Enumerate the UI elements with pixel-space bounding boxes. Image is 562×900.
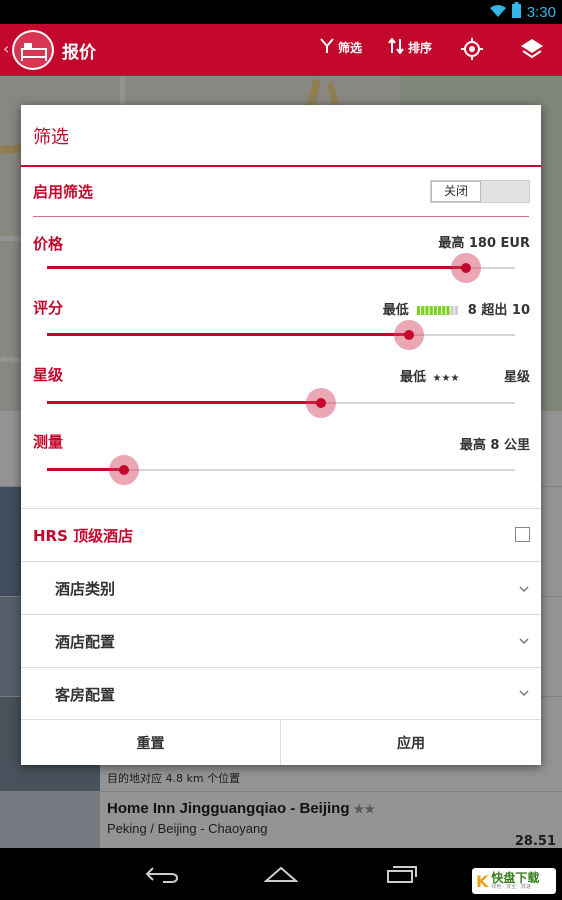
rating-segment (442, 306, 446, 315)
rating-bar-icon (417, 306, 459, 315)
distance-label: 测量 (33, 433, 64, 451)
rating-segment (438, 306, 442, 315)
dialog-title: 筛选 (33, 127, 69, 147)
filter-dialog: 筛选 启用筛选 关闭 价格 最高 180 EUR 评分 最低 8 超出 10 星… (21, 105, 541, 765)
system-nav-bar: K 快盘下载 绿色 · 安全 · 高速 (0, 848, 562, 900)
layers-button[interactable] (520, 37, 544, 64)
watermark-icon: K (476, 871, 489, 891)
watermark-text: 快盘下载 (491, 871, 540, 885)
price-value: 最高 180 EUR (438, 236, 530, 251)
stars-suffix: 星级 (503, 370, 530, 385)
home-nav-icon[interactable] (263, 865, 299, 887)
filter-label: 筛选 (338, 41, 363, 55)
filter-button[interactable]: 筛选 (320, 38, 362, 57)
slider-thumb[interactable] (461, 263, 471, 273)
enable-filter-toggle[interactable]: 关闭 (430, 180, 530, 203)
chevron-left-icon[interactable]: ‹ (3, 39, 9, 58)
watermark-logo: K 快盘下载 绿色 · 安全 · 高速 (472, 868, 556, 894)
expander-room-amenities[interactable]: 客房配置 (21, 668, 541, 720)
rating-segment (421, 306, 425, 315)
enable-filter-label: 启用筛选 (33, 183, 94, 201)
distance-slider[interactable] (47, 455, 515, 485)
expander-label: 客房配置 (55, 686, 116, 704)
slider-thumb[interactable] (404, 330, 414, 340)
top-hotel-label: HRS 顶级酒店 (33, 527, 134, 545)
expander-label: 酒店配置 (55, 633, 116, 651)
page-title: 报价 (62, 43, 96, 62)
rating-segment (450, 306, 455, 315)
status-bar: 3:30 (0, 0, 562, 24)
expander-label: 酒店类别 (55, 580, 116, 598)
apply-button[interactable]: 应用 (281, 720, 541, 765)
section-divider (33, 216, 529, 217)
locate-button[interactable] (460, 37, 484, 64)
rating-value: 最低 8 超出 10 (383, 299, 530, 318)
sort-button[interactable]: 排序 (388, 37, 433, 57)
sort-icon (388, 37, 404, 57)
chevron-down-icon (519, 638, 529, 645)
stars-slider[interactable] (47, 388, 515, 418)
chevron-down-icon (519, 586, 529, 593)
slider-fill (47, 266, 466, 269)
clock: 3:30 (526, 3, 556, 21)
price-slider[interactable] (47, 253, 515, 283)
rating-suffix: 8 超出 10 (467, 303, 530, 318)
divider (21, 508, 541, 509)
rating-prefix: 最低 (382, 303, 409, 318)
locate-icon (460, 37, 484, 64)
stars-prefix: 最低 (400, 370, 427, 385)
rating-label: 评分 (33, 299, 64, 317)
stars-value: 最低 ★★★ (400, 366, 459, 385)
app-bar: ‹ 报价 筛选 排序 (0, 24, 562, 76)
sort-label: 排序 (408, 41, 433, 55)
top-hotel-checkbox[interactable] (515, 527, 530, 542)
slider-fill (47, 401, 321, 404)
slider-fill (47, 333, 409, 336)
toggle-state-label: 关闭 (431, 181, 481, 202)
rating-segment (417, 306, 421, 315)
rating-segment (446, 306, 450, 315)
recents-nav-icon[interactable] (386, 865, 418, 887)
distance-value: 最高 8 公里 (459, 438, 530, 453)
filter-icon (320, 38, 334, 57)
battery-icon (511, 2, 521, 22)
title-divider (21, 165, 541, 167)
slider-thumb[interactable] (316, 398, 326, 408)
chevron-down-icon (519, 690, 529, 697)
rating-segment (425, 306, 429, 315)
rating-segment (429, 306, 434, 315)
expander-hotel-amenities[interactable]: 酒店配置 (21, 615, 541, 667)
bed-icon[interactable] (12, 30, 54, 70)
wifi-icon (489, 3, 506, 22)
expander-hotel-category[interactable]: 酒店类别 (21, 562, 541, 614)
back-nav-icon[interactable] (145, 866, 179, 888)
rating-slider[interactable] (47, 320, 515, 350)
stars-label: 星级 (33, 366, 64, 384)
slider-thumb[interactable] (119, 465, 129, 475)
price-label: 价格 (33, 235, 64, 253)
rating-segment (434, 306, 438, 315)
star-icons: ★★★ (432, 373, 460, 384)
reset-button[interactable]: 重置 (21, 720, 280, 765)
rating-segment (455, 306, 459, 315)
layers-icon (520, 37, 544, 64)
